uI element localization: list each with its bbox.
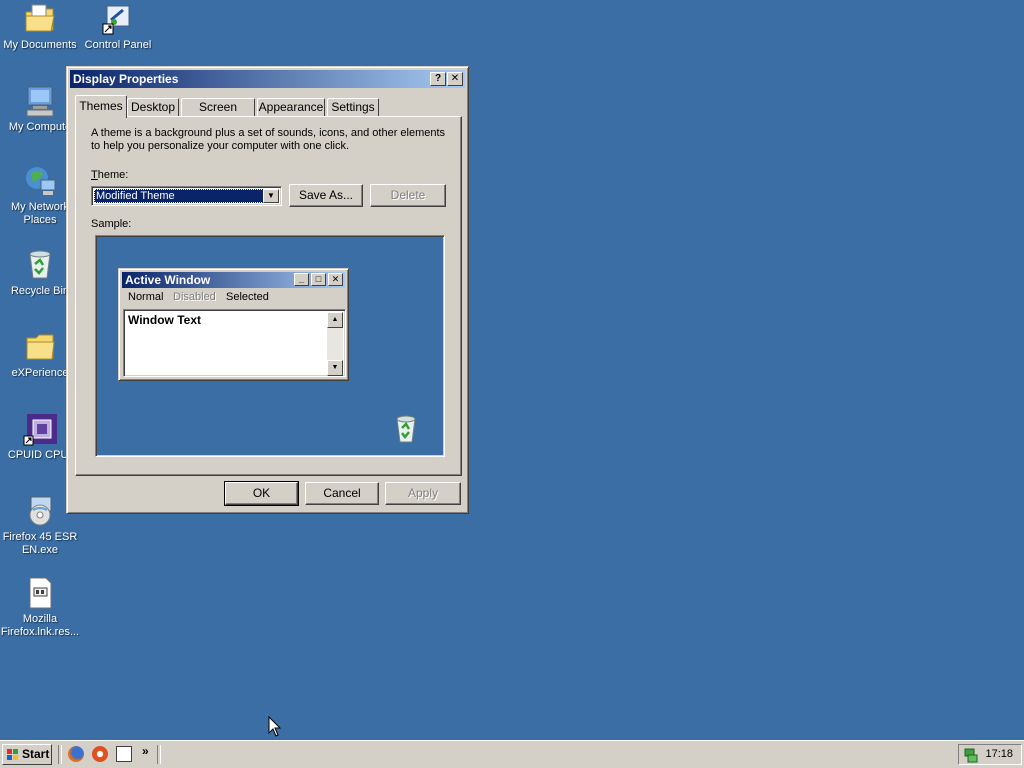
dialog-title: Display Properties xyxy=(73,72,179,86)
scroll-down-icon: ▼ xyxy=(327,360,343,376)
desktop-icon-label: Control Panel xyxy=(84,39,152,51)
save-as-button[interactable]: Save As... xyxy=(289,184,363,207)
cancel-button[interactable]: Cancel xyxy=(305,482,379,505)
folder-documents-icon xyxy=(23,2,57,36)
desktop-icon-label: EN.exe xyxy=(21,544,59,556)
mouse-cursor-icon xyxy=(268,716,282,737)
sample-active-window: Active Window _ □ ✕ Normal Disabled Sele… xyxy=(118,268,349,381)
sample-menu-disabled: Disabled xyxy=(173,291,216,303)
sample-window-title: Active Window xyxy=(125,273,211,287)
apply-button[interactable]: Apply xyxy=(385,482,461,505)
theme-description: A theme is a background plus a set of so… xyxy=(91,127,446,152)
desktop-icon-label: Mozilla xyxy=(22,613,58,625)
sample-window-text: Window Text xyxy=(128,313,201,327)
themes-tab-panel: A theme is a background plus a set of so… xyxy=(75,116,462,476)
tab-settings[interactable]: Settings xyxy=(327,98,379,116)
tab-appearance[interactable]: Appearance xyxy=(257,98,325,116)
windows-flag-icon xyxy=(7,749,18,760)
folder-icon xyxy=(23,330,57,364)
theme-label: Theme: xyxy=(91,169,129,181)
recycle-bin-icon xyxy=(23,248,57,282)
browser-icon[interactable] xyxy=(92,746,108,762)
desktop-icon-mozilla-lnk[interactable]: Mozilla Firefox.lnk.res... xyxy=(0,576,80,639)
taskbar: Start » 17:18 xyxy=(0,740,1024,768)
theme-sample-preview: Active Window _ □ ✕ Normal Disabled Sele… xyxy=(95,235,445,457)
sample-menu-selected: Selected xyxy=(226,291,269,303)
close-icon: ✕ xyxy=(328,273,343,286)
tab-themes[interactable]: Themes xyxy=(75,95,127,118)
dialog-titlebar[interactable]: Display Properties ? ✕ xyxy=(70,70,465,88)
maximize-icon: □ xyxy=(311,273,326,286)
calendar-icon[interactable] xyxy=(116,746,132,762)
display-properties-dialog: Display Properties ? ✕ Themes Desktop Sc… xyxy=(66,66,469,514)
minimize-icon: _ xyxy=(294,273,309,286)
help-button[interactable]: ? xyxy=(430,72,446,86)
desktop-icon-label: Firefox 45 ESR xyxy=(2,531,78,543)
start-button[interactable]: Start xyxy=(2,744,52,765)
desktop-icon-control-panel[interactable]: Control Panel xyxy=(78,2,158,52)
ok-button[interactable]: OK xyxy=(224,481,299,506)
start-label: Start xyxy=(22,747,50,761)
close-button[interactable]: ✕ xyxy=(447,72,463,86)
delete-button[interactable]: Delete xyxy=(370,184,446,207)
quick-launch-chevron[interactable]: » xyxy=(142,744,149,758)
sample-scrollbar: ▲ ▼ xyxy=(327,312,343,376)
sample-window-titlebar: Active Window _ □ ✕ xyxy=(122,272,345,288)
taskbar-separator xyxy=(157,745,161,764)
sample-label: Sample: xyxy=(91,218,132,230)
taskbar-separator xyxy=(58,745,62,764)
tab-screen-saver[interactable]: Screen Saver xyxy=(181,98,255,130)
sample-text-area: Window Text ▲ ▼ xyxy=(123,309,346,377)
cpuz-icon xyxy=(23,412,57,446)
network-tray-icon[interactable] xyxy=(963,747,979,763)
theme-select-value: Modified Theme xyxy=(94,189,264,203)
installer-icon xyxy=(23,494,57,528)
theme-select[interactable]: Modified Theme ▼ xyxy=(91,186,282,206)
sample-menu-normal: Normal xyxy=(128,291,164,303)
recycle-bin-icon xyxy=(392,414,420,444)
chevron-down-icon[interactable]: ▼ xyxy=(263,189,279,203)
desktop-icon-label: Firefox.lnk.res... xyxy=(0,626,80,638)
network-icon xyxy=(23,164,57,198)
scroll-up-icon: ▲ xyxy=(327,312,343,328)
firefox-icon[interactable] xyxy=(68,746,84,762)
file-icon xyxy=(23,576,57,610)
clock[interactable]: 17:18 xyxy=(985,748,1013,760)
desktop-icon-label: My Documents xyxy=(3,39,77,51)
computer-icon xyxy=(23,84,57,118)
tab-desktop[interactable]: Desktop xyxy=(127,98,179,116)
system-tray: 17:18 xyxy=(958,744,1022,765)
desktop-icon-my-documents[interactable]: My Documents xyxy=(0,2,80,52)
control-panel-icon xyxy=(101,2,135,36)
